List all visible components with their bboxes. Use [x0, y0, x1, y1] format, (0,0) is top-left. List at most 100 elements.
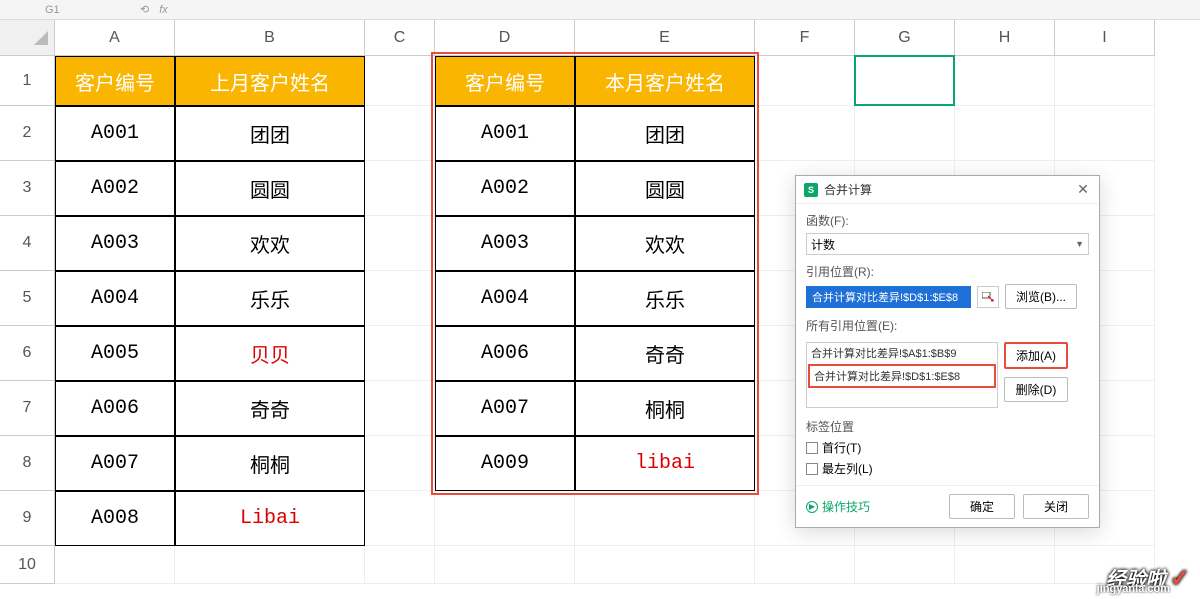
cell[interactable]: A004	[55, 271, 175, 326]
column-header[interactable]: E	[575, 20, 755, 56]
cell[interactable]: A002	[55, 161, 175, 216]
cell[interactable]: A007	[55, 436, 175, 491]
cell[interactable]	[365, 216, 435, 271]
cell[interactable]	[175, 546, 365, 584]
row-header[interactable]: 4	[0, 216, 55, 271]
cell[interactable]: 乐乐	[575, 271, 755, 326]
cell[interactable]	[755, 106, 855, 161]
cell[interactable]	[365, 381, 435, 436]
cell[interactable]	[575, 546, 755, 584]
cancel-button[interactable]: 关闭	[1023, 494, 1089, 519]
column-header[interactable]: D	[435, 20, 575, 56]
cell[interactable]: A006	[55, 381, 175, 436]
cell[interactable]	[365, 161, 435, 216]
row-header[interactable]: 1	[0, 56, 55, 106]
row-header[interactable]: 7	[0, 381, 55, 436]
cell[interactable]	[365, 271, 435, 326]
cell[interactable]: libai	[575, 436, 755, 491]
cell[interactable]: A001	[55, 106, 175, 161]
cell[interactable]	[365, 106, 435, 161]
row-header[interactable]: 8	[0, 436, 55, 491]
cell[interactable]: 桐桐	[575, 381, 755, 436]
cell[interactable]	[755, 546, 855, 584]
browse-button[interactable]: 浏览(B)...	[1005, 284, 1077, 309]
cell[interactable]	[365, 326, 435, 381]
cell[interactable]: 奇奇	[575, 326, 755, 381]
cell[interactable]: 团团	[175, 106, 365, 161]
cell[interactable]: A005	[55, 326, 175, 381]
name-box[interactable]: G1	[0, 4, 120, 16]
cell[interactable]: A003	[435, 216, 575, 271]
chevron-down-icon: ▼	[1075, 239, 1084, 249]
cell[interactable]: 奇奇	[175, 381, 365, 436]
cell[interactable]	[955, 546, 1055, 584]
column-header[interactable]: C	[365, 20, 435, 56]
cell[interactable]: A007	[435, 381, 575, 436]
cell[interactable]	[1055, 56, 1155, 106]
add-button[interactable]: 添加(A)	[1004, 342, 1068, 369]
select-all-corner[interactable]	[0, 20, 55, 56]
cell[interactable]: A002	[435, 161, 575, 216]
column-header[interactable]: B	[175, 20, 365, 56]
column-header[interactable]: A	[55, 20, 175, 56]
cell[interactable]	[575, 491, 755, 546]
tips-link[interactable]: ▶ 操作技巧	[806, 498, 941, 515]
references-list[interactable]: 合并计算对比差异!$A$1:$B$9 合并计算对比差异!$D$1:$E$8	[806, 342, 998, 408]
cell[interactable]: Libai	[175, 491, 365, 546]
reference-input[interactable]: 合并计算对比差异!$D$1:$E$8	[806, 286, 971, 308]
cell[interactable]	[755, 56, 855, 106]
cell[interactable]: 乐乐	[175, 271, 365, 326]
cell[interactable]	[855, 56, 955, 106]
cell[interactable]	[955, 56, 1055, 106]
cell[interactable]	[955, 106, 1055, 161]
cell[interactable]: 上月客户姓名	[175, 56, 365, 106]
row-header[interactable]: 2	[0, 106, 55, 161]
cell[interactable]	[435, 546, 575, 584]
row-header[interactable]: 10	[0, 546, 55, 584]
cell[interactable]	[55, 546, 175, 584]
column-header[interactable]: I	[1055, 20, 1155, 56]
cell[interactable]	[855, 106, 955, 161]
delete-button[interactable]: 删除(D)	[1004, 377, 1068, 402]
cell[interactable]: 圆圆	[575, 161, 755, 216]
function-value: 计数	[811, 236, 835, 253]
column-header[interactable]: F	[755, 20, 855, 56]
cell[interactable]	[365, 491, 435, 546]
cell[interactable]: 欢欢	[575, 216, 755, 271]
cell[interactable]	[365, 436, 435, 491]
cell[interactable]	[855, 546, 955, 584]
left-col-checkbox[interactable]	[806, 463, 818, 475]
column-headers: ABCDEFGHI	[55, 20, 1200, 56]
top-row-checkbox[interactable]	[806, 442, 818, 454]
column-header[interactable]: H	[955, 20, 1055, 56]
cell[interactable]: 客户编号	[55, 56, 175, 106]
close-icon[interactable]: ✕	[1075, 182, 1091, 198]
cell[interactable]: A001	[435, 106, 575, 161]
cell[interactable]: 团团	[575, 106, 755, 161]
cell[interactable]: 贝贝	[175, 326, 365, 381]
list-item[interactable]: 合并计算对比差异!$A$1:$B$9	[807, 343, 997, 363]
row-header[interactable]: 9	[0, 491, 55, 546]
list-item[interactable]: 合并计算对比差异!$D$1:$E$8	[808, 364, 996, 388]
cell[interactable]	[365, 546, 435, 584]
cell[interactable]: A009	[435, 436, 575, 491]
cell[interactable]: 圆圆	[175, 161, 365, 216]
row-header[interactable]: 6	[0, 326, 55, 381]
cell[interactable]: A004	[435, 271, 575, 326]
cell[interactable]: 桐桐	[175, 436, 365, 491]
row-header[interactable]: 3	[0, 161, 55, 216]
cell[interactable]: 客户编号	[435, 56, 575, 106]
column-header[interactable]: G	[855, 20, 955, 56]
cell[interactable]: 本月客户姓名	[575, 56, 755, 106]
cell[interactable]: A003	[55, 216, 175, 271]
range-select-icon[interactable]	[977, 286, 999, 308]
cell[interactable]: A006	[435, 326, 575, 381]
cell[interactable]	[1055, 106, 1155, 161]
cell[interactable]: A008	[55, 491, 175, 546]
cell[interactable]: 欢欢	[175, 216, 365, 271]
row-header[interactable]: 5	[0, 271, 55, 326]
ok-button[interactable]: 确定	[949, 494, 1015, 519]
function-select[interactable]: 计数 ▼	[806, 233, 1089, 255]
cell[interactable]	[365, 56, 435, 106]
cell[interactable]	[435, 491, 575, 546]
